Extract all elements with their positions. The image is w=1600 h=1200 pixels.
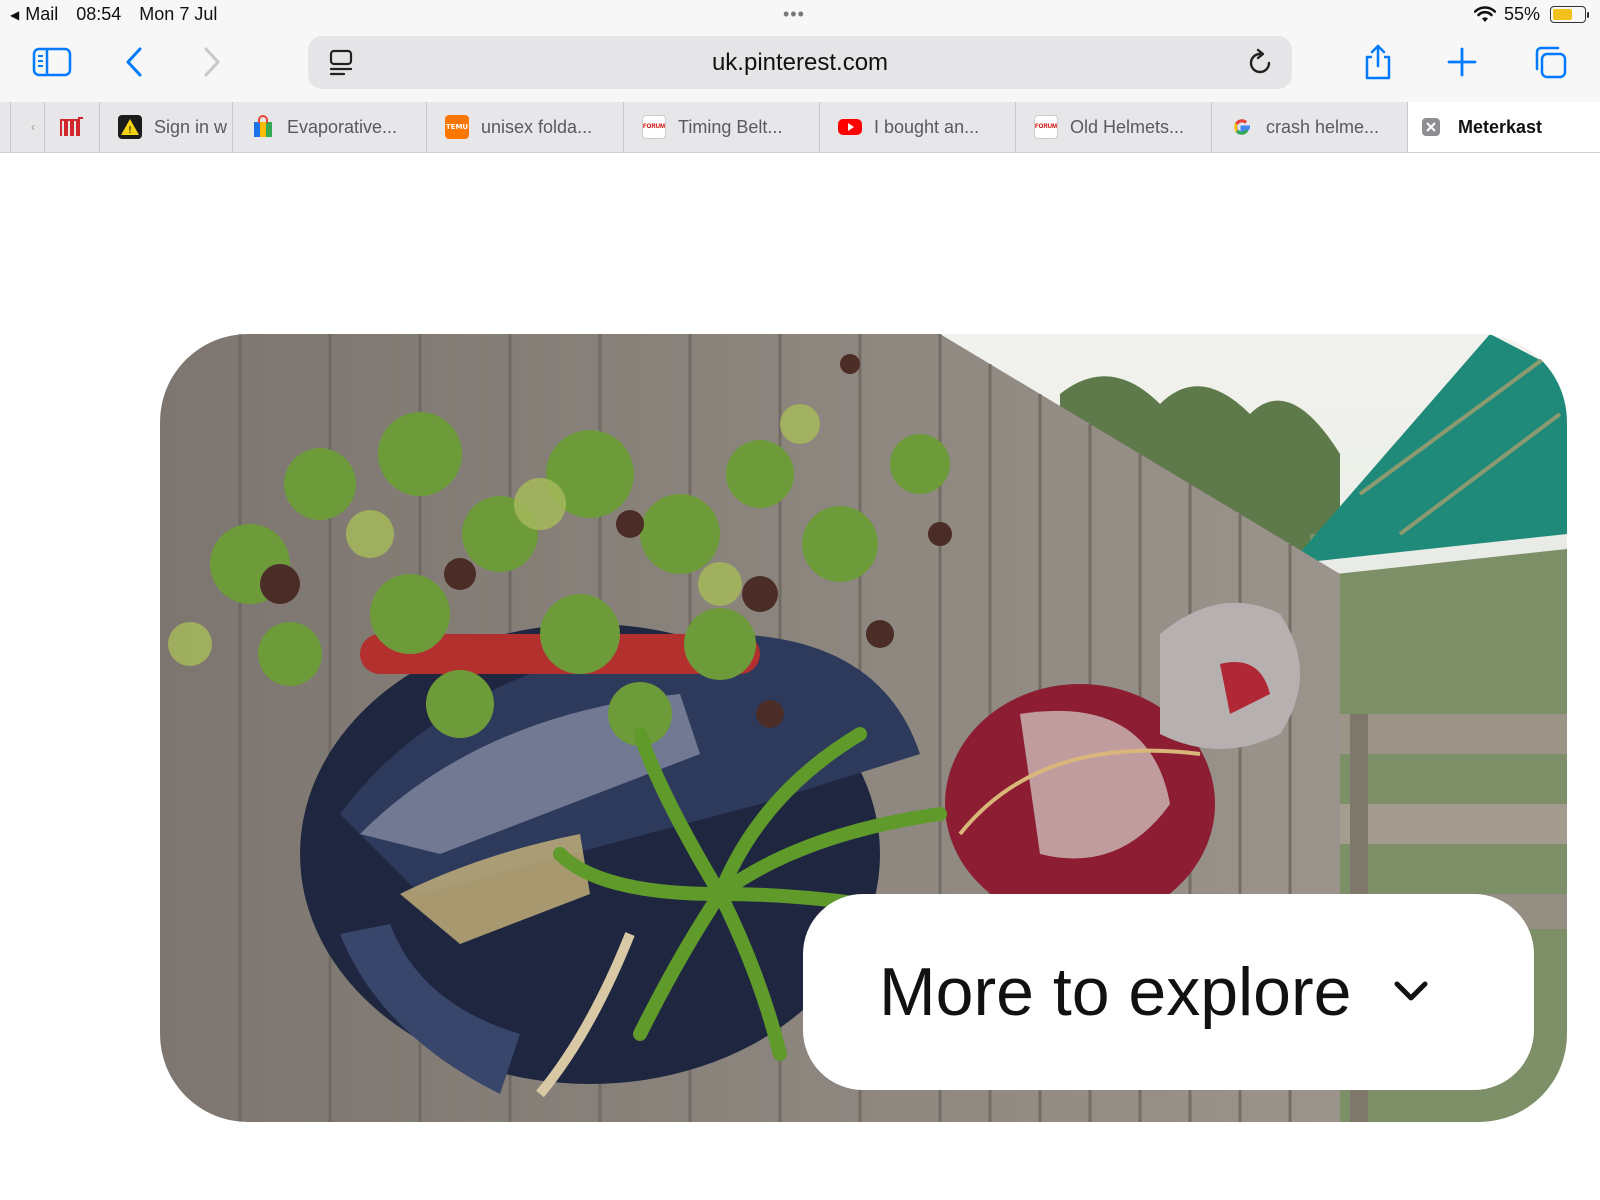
tab-label: Meterkast — [1458, 116, 1543, 137]
tab-crash-helmet[interactable]: crash helme... — [1211, 102, 1407, 152]
chevron-right-icon — [204, 47, 220, 77]
tab-evaporative[interactable]: Evaporative... — [232, 102, 426, 152]
tab-label: I bought an... — [874, 116, 980, 137]
tab-label: crash helme... — [1266, 116, 1380, 137]
tab-sign-in[interactable]: ! Sign in w — [99, 102, 232, 152]
status-bar: ◀ Mail 08:54 Mon 7 Jul ••• 55% — [0, 0, 1600, 30]
tab-label: Old Helmets... — [1070, 116, 1185, 137]
sidebar-toggle-button[interactable] — [30, 42, 74, 82]
tab-unisex[interactable]: TEMU unisex folda... — [426, 102, 623, 152]
status-left: ◀ Mail 08:54 Mon 7 Jul — [10, 4, 217, 25]
share-icon — [1365, 44, 1391, 80]
share-button[interactable] — [1356, 42, 1400, 82]
date: Mon 7 Jul — [139, 4, 218, 24]
forum-icon: FORUM — [1034, 115, 1058, 139]
tab-bar: ‹ ! Sign in w Evaporative... TEMU unisex… — [0, 102, 1600, 153]
tab-youtube[interactable]: I bought an... — [819, 102, 1015, 152]
temu-icon: TEMU — [445, 115, 469, 139]
tab-overflow-icon: ‹ — [31, 120, 35, 134]
sidebar-icon — [32, 47, 72, 77]
google-icon — [1230, 115, 1254, 139]
tab-label: Timing Belt... — [678, 116, 783, 137]
tab-label: unisex folda... — [481, 116, 593, 137]
multitasking-dots-icon[interactable]: ••• — [783, 4, 805, 25]
url-text[interactable]: uk.pinterest.com — [308, 49, 1292, 77]
more-to-explore-label: More to explore — [879, 954, 1352, 1030]
clock: 08:54 — [76, 4, 122, 24]
forward-button[interactable] — [190, 42, 234, 82]
battery-percentage: 55% — [1503, 4, 1540, 24]
shopping-bag-icon — [251, 115, 275, 139]
browser-toolbar: uk.pinterest.com — [0, 30, 1600, 102]
tab-label: Evaporative... — [287, 116, 398, 137]
back-app-label[interactable]: Mail — [25, 4, 58, 25]
wifi-icon — [1473, 5, 1496, 22]
tab-meterkast[interactable]: Meterkast — [1407, 102, 1600, 152]
plus-icon — [1447, 47, 1477, 77]
tab-overview-button[interactable] — [1528, 42, 1572, 82]
tab-overflow[interactable]: ‹ — [10, 102, 44, 152]
reload-icon[interactable] — [1244, 47, 1276, 79]
svg-text:!: ! — [128, 125, 132, 136]
battery-icon — [1550, 6, 1589, 23]
youtube-icon — [838, 115, 862, 139]
chevron-down-icon — [1394, 981, 1428, 1001]
tab-pinned[interactable] — [44, 102, 99, 152]
chevron-left-icon — [126, 47, 142, 77]
status-right: 55% — [1473, 4, 1589, 25]
back-to-app-icon[interactable]: ◀ — [10, 8, 19, 22]
close-tab-icon[interactable] — [1422, 118, 1440, 136]
tab-timing-belt[interactable]: FORUM Timing Belt... — [623, 102, 819, 152]
warning-sign-icon: ! — [118, 115, 142, 139]
forum-icon: FORUM — [642, 115, 666, 139]
more-to-explore-button[interactable]: More to explore — [803, 894, 1534, 1090]
address-bar[interactable]: uk.pinterest.com — [308, 36, 1292, 89]
new-tab-button[interactable] — [1440, 42, 1484, 82]
tab-old-helmets[interactable]: FORUM Old Helmets... — [1015, 102, 1211, 152]
tabs-overview-icon — [1535, 46, 1567, 79]
back-button[interactable] — [112, 42, 156, 82]
page-content: More to explore — [0, 153, 1600, 1200]
site-logo-icon — [60, 117, 83, 136]
tab-label: Sign in w — [154, 116, 228, 137]
